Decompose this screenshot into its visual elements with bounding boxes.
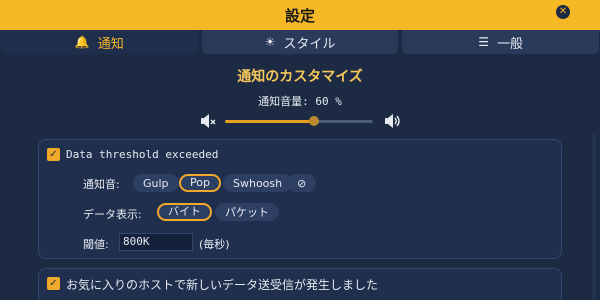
tab-label: 一般 (497, 36, 524, 52)
volume-slider-fill (225, 120, 314, 123)
threshold-label: 閾値: (83, 238, 109, 251)
sound-option-gulp[interactable]: Gulp (133, 174, 179, 192)
card-title: お気に入りのホストで新しいデータ送受信が発生しました (66, 278, 379, 292)
sun-icon: ☀ (264, 35, 276, 49)
tab-notifications[interactable]: 🔔 通知 (1, 30, 198, 54)
threshold-checkbox[interactable]: ✓ (47, 148, 60, 161)
volume-slider-row (200, 112, 400, 132)
title-bar: 設定 ✕ (0, 0, 600, 30)
volume-slider-thumb[interactable] (308, 116, 319, 126)
card-title: Data threshold exceeded (66, 148, 219, 161)
section-heading: 通知のカスタマイズ (237, 69, 363, 85)
threshold-notification-card: ✓ Data threshold exceeded 通知音: Gulp Pop … (38, 139, 562, 259)
volume-max-icon[interactable] (384, 112, 402, 130)
tab-bar: 🔔 通知 ☀ スタイル ☰ 一般 (0, 30, 600, 54)
display-option-packets[interactable]: パケット (215, 203, 279, 221)
sound-option-pop[interactable]: Pop (179, 174, 221, 192)
sound-option-none-icon[interactable]: ⊘ (287, 174, 317, 192)
close-icon[interactable]: ✕ (556, 5, 570, 19)
favorite-host-card: ✓ お気に入りのホストで新しいデータ送受信が発生しました (38, 268, 562, 300)
favorite-checkbox[interactable]: ✓ (47, 277, 60, 290)
volume-label: 通知音量: 60 % (258, 95, 342, 108)
display-option-bytes[interactable]: バイト (157, 203, 212, 221)
window-title: 設定 (284, 6, 315, 25)
threshold-unit: (毎秒) (199, 238, 230, 251)
list-icon: ☰ (478, 35, 490, 49)
tab-label: スタイル (283, 36, 336, 52)
display-label: データ表示: (83, 208, 142, 221)
tab-label: 通知 (97, 36, 124, 52)
volume-mute-icon[interactable] (200, 112, 216, 130)
scrollbar[interactable] (592, 134, 596, 300)
sound-option-swhoosh[interactable]: Swhoosh (223, 174, 293, 192)
sound-label: 通知音: (83, 178, 120, 191)
tab-general[interactable]: ☰ 一般 (402, 30, 600, 54)
volume-slider[interactable] (225, 120, 373, 123)
threshold-input[interactable]: 800K (119, 233, 193, 251)
tab-style[interactable]: ☀ スタイル (201, 30, 399, 54)
bell-icon: 🔔 (74, 35, 90, 49)
